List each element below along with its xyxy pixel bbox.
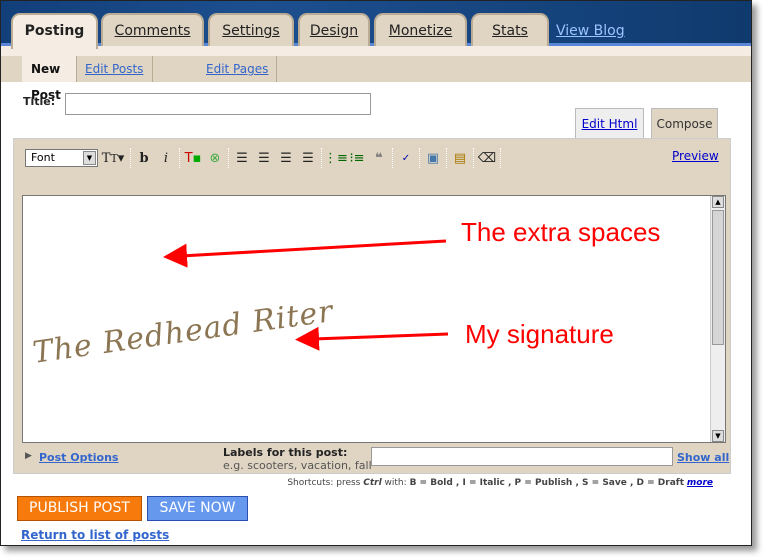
annotation-arrows	[163, 239, 449, 351]
arrow-extra-spaces	[163, 239, 447, 268]
annotation-extra-spaces: The extra spaces	[461, 217, 661, 247]
tab-posting[interactable]: Posting	[11, 13, 98, 49]
blogger-window: Posting Comments Settings Design Monetiz…	[0, 0, 752, 546]
arrow-signature	[295, 326, 449, 351]
annotation-signature: My signature	[465, 319, 614, 349]
